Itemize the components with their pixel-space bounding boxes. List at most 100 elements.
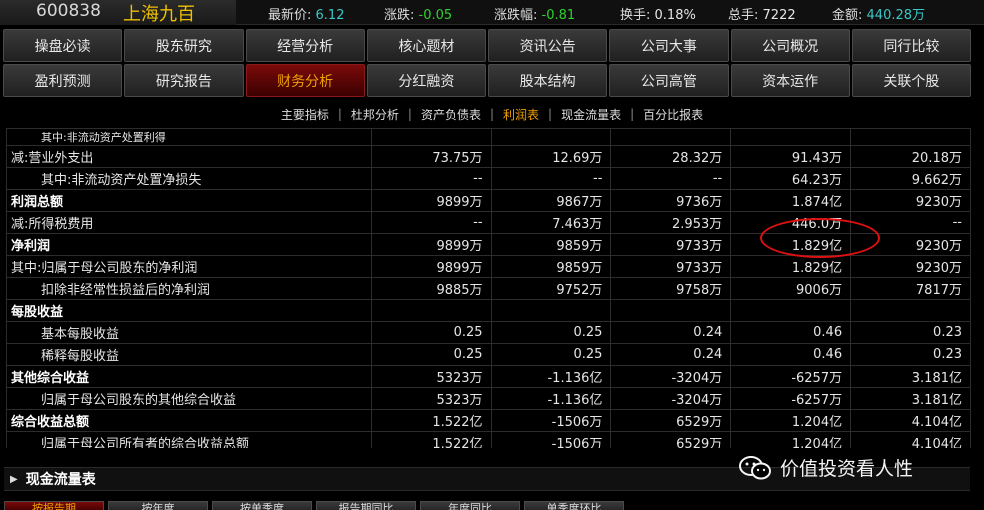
cell-value: 9758万 bbox=[610, 277, 732, 300]
cash-flow-title: 现金流量表 bbox=[25, 472, 96, 488]
cell-value: 9859万 bbox=[490, 255, 612, 278]
subtab-dupont[interactable]: 杜邦分析 bbox=[342, 106, 408, 123]
row-label: 减:所得税费用 bbox=[6, 211, 372, 234]
cell-value: -1506万 bbox=[490, 409, 612, 432]
cell-value: 9899万 bbox=[370, 189, 492, 212]
cell-value: 0.25 bbox=[490, 321, 612, 344]
cell-value: -3204万 bbox=[610, 365, 732, 388]
stock-identity: 600838 上海九百 bbox=[0, 0, 236, 25]
cell-value: 9899万 bbox=[370, 255, 492, 278]
main-nav-row-2: 盈利预测 研究报告 财务分析 分红融资 股本结构 公司高管 资本运作 关联个股 bbox=[3, 64, 971, 97]
nav-profile[interactable]: 公司概况 bbox=[730, 29, 850, 62]
cell-value: 0.46 bbox=[730, 343, 852, 366]
table-row: 稀释每股收益 0.25 0.25 0.24 0.46 0.23 bbox=[6, 343, 971, 366]
period-tab-quarter-qoq[interactable]: 单季度环比 bbox=[524, 501, 624, 510]
period-tab-annual[interactable]: 按年度 bbox=[108, 501, 208, 510]
cell-value: -6257万 bbox=[730, 365, 852, 388]
cell-value bbox=[490, 299, 612, 322]
cell-value: 7.463万 bbox=[490, 211, 612, 234]
row-label: 其中:非流动资产处置净损失 bbox=[6, 167, 372, 190]
period-tab-annual-yoy[interactable]: 年度同比 bbox=[420, 501, 520, 510]
cell-value: 3.181亿 bbox=[850, 365, 971, 388]
nav-capital[interactable]: 资本运作 bbox=[730, 64, 850, 97]
nav-operation[interactable]: 经营分析 bbox=[245, 29, 365, 62]
cell-value bbox=[370, 299, 492, 322]
row-label: 其中:归属于母公司股东的净利润 bbox=[6, 255, 372, 278]
subtab-main-indicators[interactable]: 主要指标 bbox=[272, 106, 338, 123]
table-row: 归属于母公司股东的其他综合收益 5323万 -1.136亿 -3204万 -6257万 3… bbox=[6, 387, 971, 410]
cell-value: -1.136亿 bbox=[490, 387, 612, 410]
subtab-cash-flow[interactable]: 现金流量表 bbox=[552, 106, 630, 123]
cell-value: -6257万 bbox=[730, 387, 852, 410]
row-label: 净利润 bbox=[6, 233, 372, 256]
cell-value bbox=[850, 299, 971, 322]
cell-value: 9733万 bbox=[610, 255, 732, 278]
cell-value: -3204万 bbox=[610, 387, 732, 410]
nav-executives[interactable]: 公司高管 bbox=[609, 64, 729, 97]
watermark: 价值投资看人性 bbox=[738, 454, 913, 481]
row-label: 扣除非经常性损益后的净利润 bbox=[6, 277, 372, 300]
subtab-income-statement[interactable]: 利润表 bbox=[494, 106, 548, 123]
table-row: 扣除非经常性损益后的净利润 9885万 9752万 9758万 9006万 7817万 bbox=[6, 277, 971, 300]
period-tab-report-yoy[interactable]: 报告期同比 bbox=[316, 501, 416, 510]
nav-finance[interactable]: 财务分析 bbox=[245, 64, 365, 97]
wechat-icon bbox=[739, 455, 771, 479]
nav-peers[interactable]: 同行比较 bbox=[851, 29, 971, 62]
cell-value: 9.662万 bbox=[850, 167, 971, 190]
cell-value: 9867万 bbox=[490, 189, 612, 212]
row-label: 每股收益 bbox=[6, 299, 372, 322]
cell-value: 0.25 bbox=[370, 321, 492, 344]
row-label: 稀释每股收益 bbox=[6, 343, 372, 366]
cell-value: 6529万 bbox=[610, 409, 732, 432]
nav-shareholder[interactable]: 股东研究 bbox=[124, 29, 244, 62]
cell-value: 1.204亿 bbox=[730, 431, 852, 448]
cell-value bbox=[730, 299, 852, 322]
stock-name: 上海九百 bbox=[123, 4, 195, 25]
cell-value: 9230万 bbox=[850, 189, 971, 212]
cell-value: 6529万 bbox=[610, 431, 732, 448]
table-row: 综合收益总额 1.522亿 -1506万 6529万 1.204亿 4.104亿 bbox=[6, 409, 971, 432]
cell-value: -- bbox=[370, 211, 492, 234]
table-row: 减:营业外支出 73.75万 12.69万 28.32万 91.43万 20.18万 bbox=[6, 145, 971, 168]
cell-value: 3.181亿 bbox=[850, 387, 971, 410]
table-row: 基本每股收益 0.25 0.25 0.24 0.46 0.23 bbox=[6, 321, 971, 344]
nav-caopan[interactable]: 操盘必读 bbox=[3, 29, 123, 62]
table-row: 其中:非流动资产处置利得 bbox=[6, 128, 971, 146]
subtab-balance-sheet[interactable]: 资产负债表 bbox=[412, 106, 490, 123]
table-row: 其他综合收益 5323万 -1.136亿 -3204万 -6257万 3.181亿 bbox=[6, 365, 971, 388]
nav-events[interactable]: 公司大事 bbox=[609, 29, 729, 62]
nav-related[interactable]: 关联个股 bbox=[851, 64, 971, 97]
nav-equity[interactable]: 股本结构 bbox=[488, 64, 608, 97]
nav-news[interactable]: 资讯公告 bbox=[488, 29, 608, 62]
quote-change: 涨跌: -0.05 bbox=[384, 8, 453, 23]
subtab-percent-report[interactable]: 百分比报表 bbox=[634, 106, 712, 123]
row-label: 归属于母公司所有者的综合收益总额 bbox=[6, 431, 372, 448]
period-tab-quarter[interactable]: 按单季度 bbox=[212, 501, 312, 510]
period-tab-report[interactable]: 按报告期 bbox=[4, 501, 104, 510]
quote-turnover: 换手: 0.18% bbox=[620, 8, 696, 23]
row-label: 基本每股收益 bbox=[6, 321, 372, 344]
cell-value: 1.522亿 bbox=[370, 431, 492, 448]
stock-code: 600838 bbox=[36, 1, 101, 21]
cell-value: 1.204亿 bbox=[730, 409, 852, 432]
cell-value bbox=[610, 299, 732, 322]
cell-value: 5323万 bbox=[370, 365, 492, 388]
cell-value: 9859万 bbox=[490, 233, 612, 256]
cell-value: 91.43万 bbox=[730, 145, 852, 168]
cell-value: 0.25 bbox=[370, 343, 492, 366]
cell-value: 0.23 bbox=[850, 321, 971, 344]
expand-arrow-icon[interactable]: ▶ bbox=[10, 474, 18, 485]
nav-forecast[interactable]: 盈利预测 bbox=[3, 64, 123, 97]
cell-value: 7817万 bbox=[850, 277, 971, 300]
table-row: 每股收益 bbox=[6, 299, 971, 322]
income-statement-table-wrap[interactable]: 其中:非流动资产处置利得 减:营业外支出 73.75万 12.69万 28.32万 91… bbox=[6, 128, 971, 448]
nav-dividend[interactable]: 分红融资 bbox=[366, 64, 486, 97]
nav-research[interactable]: 研究报告 bbox=[124, 64, 244, 97]
cell-value: 1.829亿 bbox=[730, 255, 852, 278]
cell-value: 64.23万 bbox=[730, 167, 852, 190]
nav-core-theme[interactable]: 核心题材 bbox=[366, 29, 486, 62]
finance-subtabs: 主要指标 | 杜邦分析 | 资产负债表 | 利润表 | 现金流量表 | 百分比报表 bbox=[0, 101, 984, 127]
cell-value: 9736万 bbox=[610, 189, 732, 212]
cell-value: 0.24 bbox=[610, 343, 732, 366]
cell-value: 12.69万 bbox=[490, 145, 612, 168]
